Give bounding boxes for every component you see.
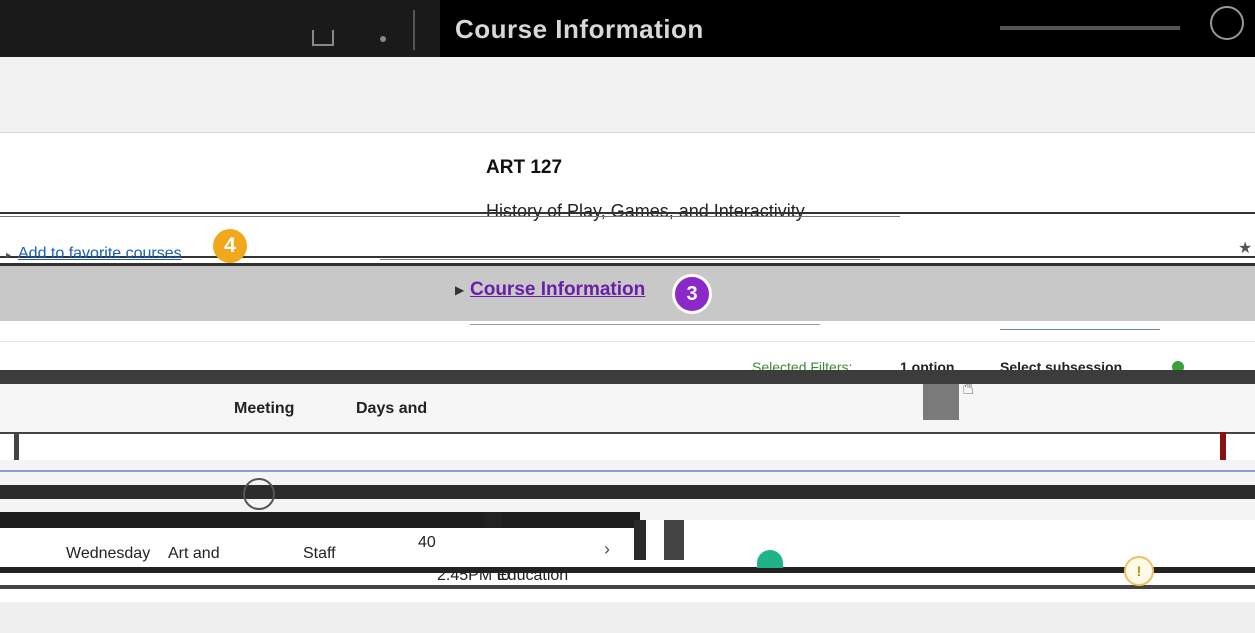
info-icon[interactable]: ! bbox=[1124, 556, 1154, 586]
course-information-toggle[interactable]: Course Information bbox=[470, 279, 645, 301]
header-divider bbox=[413, 10, 415, 50]
scan-line bbox=[0, 216, 900, 217]
glitch-strip bbox=[0, 512, 640, 528]
glitch-strip bbox=[0, 370, 1255, 384]
sub-header-band bbox=[0, 57, 1255, 133]
table-row-separator bbox=[0, 432, 1255, 458]
scan-line bbox=[0, 212, 1255, 214]
step-badge-4: 4 bbox=[213, 229, 247, 263]
header-left-panel bbox=[0, 0, 440, 57]
add-to-favorites-link[interactable]: Add to favorite courses bbox=[18, 245, 182, 263]
column-header-days[interactable]: Days and bbox=[356, 400, 427, 418]
scroll-block bbox=[923, 384, 959, 420]
glitch-block bbox=[664, 520, 684, 560]
scan-line bbox=[0, 470, 1255, 472]
caret-right-icon: ▸ bbox=[6, 250, 12, 261]
column-header-meeting[interactable]: Meeting bbox=[234, 400, 294, 418]
page-title: Course Information bbox=[455, 14, 704, 44]
course-code: ART 127 bbox=[486, 157, 563, 178]
glitch-block bbox=[634, 520, 646, 560]
step-badge-3: 3 bbox=[672, 274, 712, 314]
chevron-right-icon[interactable]: › bbox=[604, 539, 610, 560]
glitch-strip bbox=[0, 585, 1255, 589]
menu-dot-icon bbox=[380, 36, 386, 42]
glitch-strip bbox=[0, 485, 1255, 499]
footer-band bbox=[0, 602, 1255, 633]
star-icon[interactable]: ★ bbox=[1238, 238, 1252, 258]
cell-room: Education bbox=[497, 567, 569, 584]
row-radio-icon[interactable] bbox=[243, 478, 275, 510]
cell-days: Wednesday bbox=[66, 545, 151, 562]
cell-building: Art and bbox=[168, 545, 220, 562]
scan-line bbox=[470, 324, 820, 325]
cell-instructor: Staff bbox=[303, 545, 336, 562]
cell-seats: 40 bbox=[418, 534, 436, 551]
table-row[interactable] bbox=[0, 528, 1255, 602]
expand-caret-icon[interactable]: ▶ bbox=[455, 283, 464, 297]
home-icon[interactable] bbox=[312, 30, 334, 46]
bar-top-line bbox=[0, 263, 1255, 266]
glitch-block bbox=[484, 512, 502, 528]
help-icon[interactable] bbox=[1210, 6, 1244, 40]
scan-line bbox=[0, 256, 1255, 258]
hand-cursor-icon: ☝ bbox=[962, 377, 975, 399]
glitch-strip bbox=[0, 567, 1255, 573]
scan-line bbox=[380, 259, 880, 260]
table-header bbox=[0, 384, 1255, 432]
row-edge-marker bbox=[14, 432, 19, 460]
header-glitch-bar bbox=[1000, 26, 1180, 30]
scan-line bbox=[1000, 329, 1160, 330]
